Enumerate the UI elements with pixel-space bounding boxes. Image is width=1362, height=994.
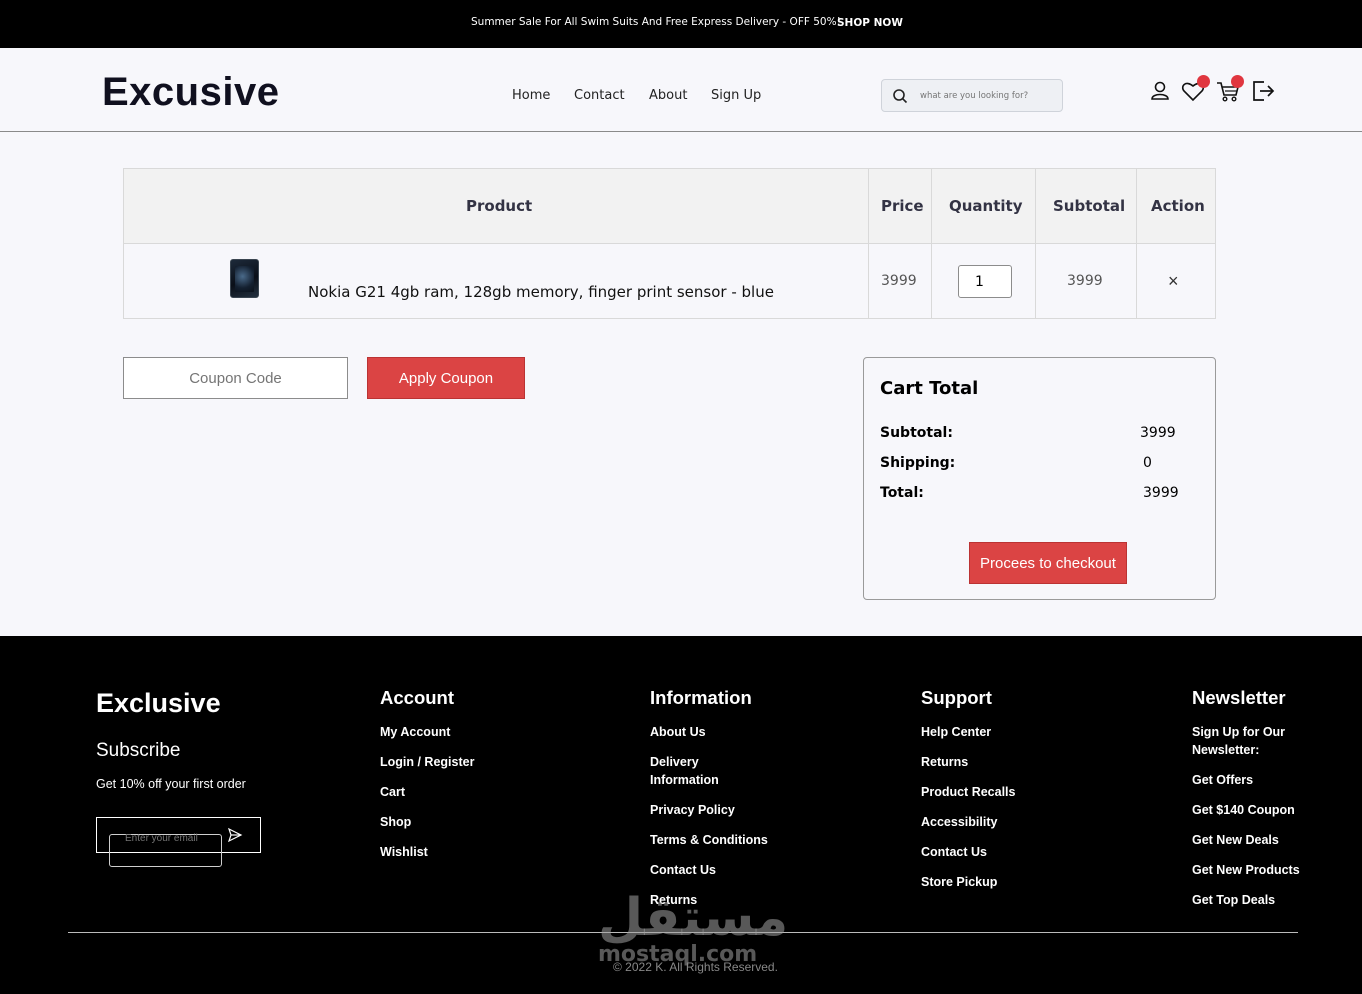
column-divider [1035, 169, 1036, 318]
nav-sign-up[interactable]: Sign Up [711, 88, 761, 103]
newsletter-email-input[interactable] [125, 831, 215, 845]
footer-link-get-top-deals[interactable]: Get Top Deals [1192, 891, 1275, 909]
footer-link-help-center[interactable]: Help Center [921, 723, 991, 741]
column-divider [931, 169, 932, 318]
wishlist-badge [1197, 75, 1210, 88]
footer-link-login-register[interactable]: Login / Register [380, 753, 474, 771]
footer-link-accessibility[interactable]: Accessibility [921, 813, 997, 831]
search-icon[interactable] [892, 88, 908, 104]
cart-total-title: Cart Total [880, 378, 979, 399]
user-icon[interactable] [1147, 78, 1173, 104]
send-icon[interactable] [227, 827, 243, 843]
quantity-input[interactable] [958, 265, 1012, 298]
footer-link-get-coupon[interactable]: Get $140 Coupon [1192, 801, 1295, 819]
header-action: Action [1151, 197, 1205, 215]
product-name[interactable]: Nokia G21 4gb ram, 128gb memory, finger … [308, 283, 774, 301]
footer-newsletter-title: Newsletter [1192, 687, 1286, 708]
footer-link-wishlist[interactable]: Wishlist [380, 843, 428, 861]
footer-link-privacy-policy[interactable]: Privacy Policy [650, 801, 735, 819]
site-logo[interactable]: Excusive [102, 70, 279, 115]
footer-link-contact-us[interactable]: Contact Us [650, 861, 716, 879]
column-divider [868, 169, 869, 318]
nav-about[interactable]: About [649, 88, 687, 103]
announcement-bar: Summer Sale For All Swim Suits And Free … [0, 0, 1362, 48]
footer-offer-text: Get 10% off your first order [96, 777, 246, 791]
cart-table: Product Price Quantity Subtotal Action N… [123, 168, 1216, 319]
watermark: مستقل [598, 888, 789, 948]
shipping-label: Shipping: [880, 455, 956, 471]
apply-coupon-button[interactable]: Apply Coupon [367, 357, 525, 399]
header-quantity: Quantity [949, 197, 1023, 215]
checkout-button[interactable]: Procees to checkout [969, 542, 1127, 584]
subtotal-value: 3999 [1140, 425, 1176, 441]
newsletter-email-box [96, 817, 261, 867]
footer-link-support-returns[interactable]: Returns [921, 753, 968, 771]
site-footer: Exclusive Subscribe Get 10% off your fir… [0, 636, 1362, 994]
search-input[interactable] [920, 88, 1058, 104]
cart-total-panel: Cart Total Subtotal: 3999 Shipping: 0 To… [863, 357, 1216, 600]
footer-link-cart[interactable]: Cart [380, 783, 405, 801]
search-box [881, 79, 1063, 112]
footer-link-support-contact-us[interactable]: Contact Us [921, 843, 987, 861]
footer-link-get-offers[interactable]: Get Offers [1192, 771, 1253, 789]
column-divider [1136, 169, 1137, 318]
total-label: Total: [880, 485, 924, 501]
footer-link-shop[interactable]: Shop [380, 813, 411, 831]
product-price: 3999 [881, 273, 917, 289]
footer-information-title: Information [650, 687, 752, 708]
footer-link-get-new-deals[interactable]: Get New Deals [1192, 831, 1279, 849]
coupon-code-input[interactable] [123, 357, 348, 399]
footer-link-product-recalls[interactable]: Product Recalls [921, 783, 1015, 801]
remove-item-button[interactable]: × [1168, 271, 1179, 292]
copyright-text: © 2022 K. All Rights Reserved. [613, 960, 778, 974]
total-value: 3999 [1143, 485, 1179, 501]
cart-table-header: Product Price Quantity Subtotal Action [124, 169, 1215, 244]
header-subtotal: Subtotal [1053, 197, 1126, 215]
cart-badge [1231, 75, 1244, 88]
header-price: Price [881, 197, 924, 215]
product-subtotal: 3999 [1067, 273, 1103, 289]
footer-link-terms-conditions[interactable]: Terms & Conditions [650, 831, 768, 849]
announcement-text: Summer Sale For All Swim Suits And Free … [471, 16, 841, 28]
shop-now-link[interactable]: SHOP NOW [837, 17, 903, 29]
logout-icon[interactable] [1250, 78, 1276, 104]
footer-account-title: Account [380, 687, 454, 708]
footer-link-about-us[interactable]: About Us [650, 723, 706, 741]
shipping-value: 0 [1143, 455, 1152, 471]
footer-link-newsletter-signup[interactable]: Sign Up for Our Newsletter: [1192, 723, 1302, 759]
nav-contact[interactable]: Contact [574, 88, 625, 103]
footer-link-store-pickup[interactable]: Store Pickup [921, 873, 997, 891]
subtotal-label: Subtotal: [880, 425, 953, 441]
footer-brand: Exclusive [96, 688, 221, 718]
nav-home[interactable]: Home [512, 88, 550, 103]
footer-link-delivery-information[interactable]: Delivery Information [650, 753, 740, 789]
header-product: Product [466, 197, 533, 215]
footer-link-get-new-products[interactable]: Get New Products [1192, 861, 1300, 879]
site-header: Excusive Home Contact About Sign Up [0, 48, 1362, 132]
footer-link-my-account[interactable]: My Account [380, 723, 450, 741]
footer-support-title: Support [921, 687, 992, 708]
product-image[interactable] [230, 259, 259, 298]
footer-subscribe-title: Subscribe [96, 740, 181, 761]
